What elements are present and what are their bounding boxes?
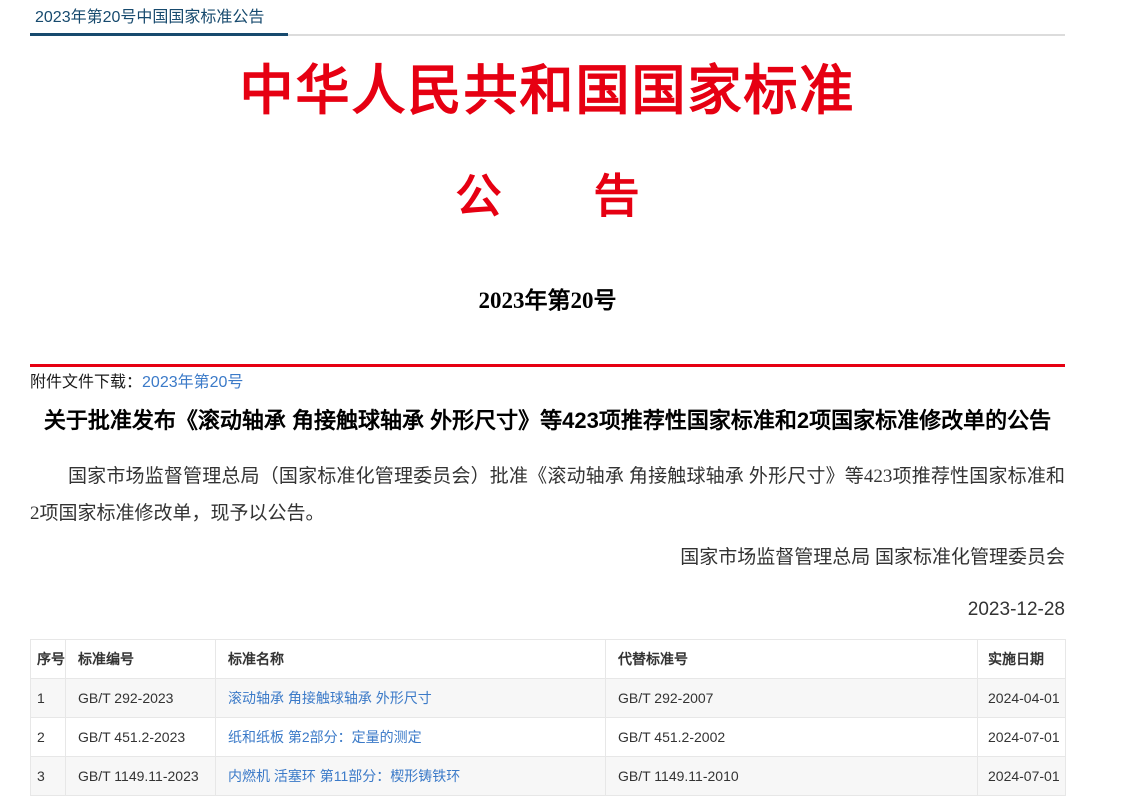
replaced-code-cell: GB/T 292-2007 <box>606 679 978 718</box>
implementation-date-cell: 2024-07-01 <box>978 757 1066 796</box>
standard-name-cell: 内燃机 活塞环 第11部分：楔形铸铁环 <box>216 757 606 796</box>
col-header-index: 序号 <box>31 640 66 679</box>
standard-name-cell: 滚动轴承 角接触球轴承 外形尺寸 <box>216 679 606 718</box>
attachment-link[interactable]: 2023年第20号 <box>142 374 243 391</box>
attachment-row: 附件文件下载：2023年第20号 <box>30 371 1065 395</box>
attachment-label: 附件文件下载： <box>30 374 142 391</box>
col-header-standard-name: 标准名称 <box>216 640 606 679</box>
standard-code-cell: GB/T 292-2023 <box>66 679 216 718</box>
col-header-replaced-code: 代替标准号 <box>606 640 978 679</box>
banner-title: 中华人民共和国国家标准 <box>30 61 1065 121</box>
header-row: 序号 标准编号 标准名称 代替标准号 实施日期 <box>31 640 1066 679</box>
col-header-implementation-date: 实施日期 <box>978 640 1066 679</box>
announcement-document: 中华人民共和国国家标准 公 告 2023年第20号 附件文件下载：2023年第2… <box>30 61 1065 796</box>
notice-heading: 关于批准发布《滚动轴承 角接触球轴承 外形尺寸》等423项推荐性国家标准和2项国… <box>30 404 1065 437</box>
row-index-cell: 3 <box>31 757 66 796</box>
standard-name-link[interactable]: 纸和纸板 第2部分：定量的测定 <box>228 729 422 745</box>
standards-table-body: 1GB/T 292-2023 滚动轴承 角接触球轴承 外形尺寸 GB/T 292-2… <box>31 679 1066 796</box>
tab-announcement[interactable]: 2023年第20号中国国家标准公告 <box>30 7 288 36</box>
publish-date: 2023-12-28 <box>30 599 1065 621</box>
replaced-code-cell: GB/T 451.2-2002 <box>606 718 978 757</box>
notice-body: 国家市场监督管理总局（国家标准化管理委员会）批准《滚动轴承 角接触球轴承 外形尺… <box>30 458 1065 532</box>
red-divider <box>30 364 1065 367</box>
row-index-cell: 1 <box>31 679 66 718</box>
table-row: 2GB/T 451.2-2023 纸和纸板 第2部分：定量的测定 GB/T 451.… <box>31 718 1066 757</box>
banner-subtitle: 公 告 <box>30 171 1065 223</box>
standard-name-cell: 纸和纸板 第2部分：定量的测定 <box>216 718 606 757</box>
standard-code-cell: GB/T 1149.11-2023 <box>66 757 216 796</box>
table-row: 1GB/T 292-2023 滚动轴承 角接触球轴承 外形尺寸 GB/T 292-2… <box>31 679 1066 718</box>
standards-table: 序号 标准编号 标准名称 代替标准号 实施日期 1GB/T 292-2023 滚动… <box>30 639 1066 796</box>
standards-table-header: 序号 标准编号 标准名称 代替标准号 实施日期 <box>31 640 1066 679</box>
standard-name-link[interactable]: 滚动轴承 角接触球轴承 外形尺寸 <box>228 690 432 706</box>
row-index-cell: 2 <box>31 718 66 757</box>
standard-code-cell: GB/T 451.2-2023 <box>66 718 216 757</box>
issue-number: 2023年第20号 <box>30 288 1065 314</box>
standard-name-link[interactable]: 内燃机 活塞环 第11部分：楔形铸铁环 <box>228 768 460 784</box>
col-header-standard-code: 标准编号 <box>66 640 216 679</box>
implementation-date-cell: 2024-07-01 <box>978 718 1066 757</box>
replaced-code-cell: GB/T 1149.11-2010 <box>606 757 978 796</box>
tab-bar: 2023年第20号中国国家标准公告 <box>30 0 1065 36</box>
table-row: 3GB/T 1149.11-2023 内燃机 活塞环 第11部分：楔形铸铁环 GB/… <box>31 757 1066 796</box>
implementation-date-cell: 2024-04-01 <box>978 679 1066 718</box>
issuing-authorities: 国家市场监督管理总局 国家标准化管理委员会 <box>30 547 1065 569</box>
